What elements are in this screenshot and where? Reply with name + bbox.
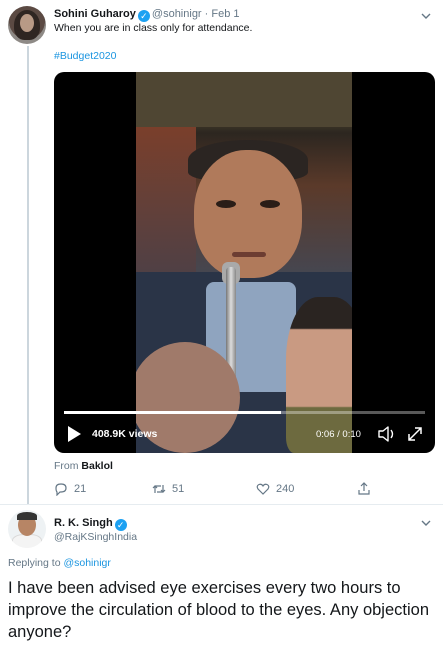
from-label: From: [54, 460, 79, 472]
tweet-original[interactable]: Sohini Guharoy ✓ @sohinigr · Feb 1 When yo…: [0, 0, 443, 504]
thread-connector-line: [27, 46, 29, 504]
verified-badge-icon: ✓: [137, 10, 150, 22]
reply-author-handle[interactable]: @RajKSinghIndia: [54, 531, 137, 543]
replying-to-handle[interactable]: @sohinigr: [63, 557, 110, 569]
fullscreen-icon[interactable]: [406, 425, 424, 443]
retweet-icon: [152, 485, 166, 493]
reply-avatar[interactable]: [8, 510, 46, 548]
volume-icon[interactable]: [377, 425, 397, 443]
video-timer: 0:06 / 0:10: [316, 429, 361, 440]
video-progress-bar[interactable]: [64, 411, 425, 414]
separator-dot: ·: [204, 8, 209, 20]
retweet-count: 51: [172, 483, 185, 495]
reply-count: 21: [74, 483, 87, 495]
video-player[interactable]: 408.9K views 0:06 / 0:10: [54, 72, 435, 453]
tweet-text: When you are in class only for attendanc…: [54, 22, 253, 34]
reply-icon: [55, 483, 67, 496]
tweet-header: Sohini Guharoy ✓ @sohinigr · Feb 1: [54, 8, 240, 22]
video-controls: 408.9K views 0:06 / 0:10: [54, 422, 435, 448]
tweet-actions: 21 51 240: [54, 481, 384, 497]
view-count: 408.9K views: [92, 428, 158, 440]
share-button[interactable]: [357, 481, 377, 497]
video-frame: [136, 72, 352, 453]
tweet-date[interactable]: Feb 1: [211, 8, 239, 20]
like-button[interactable]: 240: [256, 481, 294, 497]
hashtag-link[interactable]: #Budget2020: [54, 50, 116, 62]
replying-to: Replying to @sohinigr: [8, 557, 111, 569]
replying-label: Replying to: [8, 557, 61, 569]
share-icon: [358, 482, 370, 495]
from-source-link[interactable]: Baklol: [81, 460, 113, 472]
author-handle[interactable]: @sohinigr: [152, 8, 202, 20]
reply-tweet-text: I have been advised eye exercises every …: [8, 579, 429, 641]
like-count: 240: [276, 483, 295, 495]
play-icon[interactable]: [66, 425, 82, 443]
reply-author: R. K. Singh ✓: [54, 517, 129, 531]
avatar[interactable]: [8, 6, 46, 44]
video-source: From Baklol: [54, 460, 113, 472]
author-name[interactable]: Sohini Guharoy: [54, 8, 136, 20]
retweet-button[interactable]: 51: [152, 481, 184, 497]
heart-icon: [256, 483, 270, 495]
video-progress-fill: [64, 411, 281, 414]
reply-button[interactable]: 21: [54, 481, 86, 497]
chevron-down-icon[interactable]: [420, 516, 432, 528]
tweet-divider: [0, 504, 443, 505]
reply-author-name[interactable]: R. K. Singh: [54, 517, 113, 529]
chevron-down-icon[interactable]: [420, 9, 432, 21]
verified-badge-icon: ✓: [114, 519, 127, 531]
